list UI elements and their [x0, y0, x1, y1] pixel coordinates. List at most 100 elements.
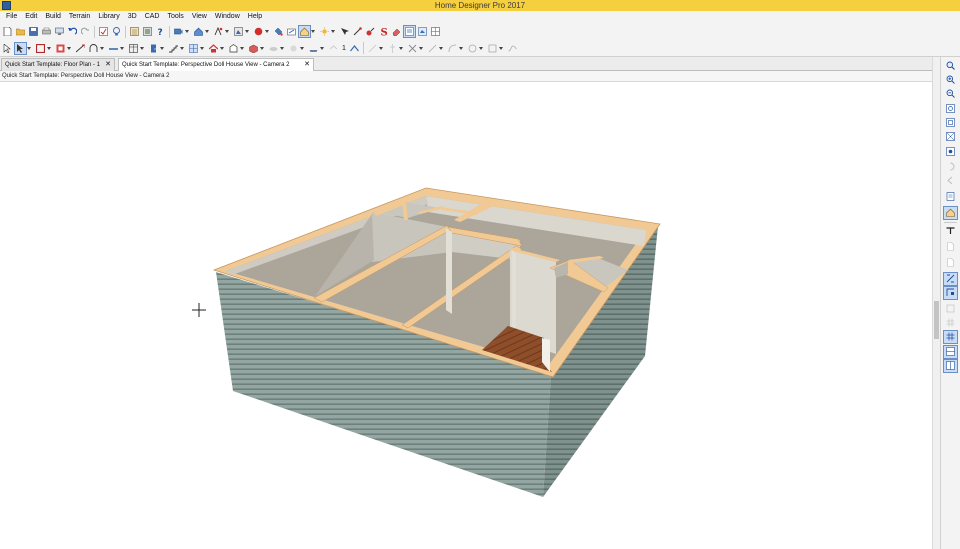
- material-painter-button[interactable]: [286, 26, 297, 37]
- angle-snap-button[interactable]: [943, 286, 958, 300]
- undo-button[interactable]: [67, 26, 78, 37]
- close-icon[interactable]: ✕: [105, 59, 111, 71]
- floor-level-button[interactable]: [944, 225, 957, 237]
- fixture-tool-button[interactable]: [228, 43, 239, 54]
- save-button[interactable]: [28, 26, 39, 37]
- zoom-in-button[interactable]: [944, 74, 957, 86]
- menu-help[interactable]: Help: [244, 11, 266, 23]
- cad-line-button[interactable]: [427, 43, 438, 54]
- framing-tool-dropdown[interactable]: [260, 43, 265, 54]
- floor-number-field[interactable]: 1: [340, 43, 348, 54]
- menu-build[interactable]: Build: [41, 11, 65, 23]
- layout-grid-button[interactable]: [943, 330, 958, 344]
- eraser-button[interactable]: [391, 26, 402, 37]
- close-icon[interactable]: ✕: [304, 59, 310, 71]
- 3d-view-canvas[interactable]: [0, 82, 932, 549]
- camera-tools-button[interactable]: [339, 26, 350, 37]
- cad-box-dropdown[interactable]: [498, 43, 504, 54]
- railing-tool-dropdown[interactable]: [120, 43, 125, 54]
- zoom-button[interactable]: [944, 60, 957, 72]
- back-view-button[interactable]: [944, 175, 957, 187]
- floor-view-button[interactable]: [943, 206, 958, 220]
- scrollbar-thumb[interactable]: [934, 301, 939, 339]
- doll-house-view-button[interactable]: [298, 25, 311, 38]
- roof-tool-dropdown[interactable]: [220, 43, 225, 54]
- lighting-button[interactable]: [319, 26, 330, 37]
- record-button[interactable]: [253, 26, 264, 37]
- display-options-button[interactable]: [403, 25, 416, 38]
- render-button[interactable]: [233, 26, 244, 37]
- render-dropdown[interactable]: [245, 26, 250, 37]
- page-button[interactable]: [944, 241, 957, 253]
- plan-footprint-button[interactable]: [943, 345, 958, 359]
- roof-tool-button[interactable]: [208, 43, 219, 54]
- paint-button[interactable]: [273, 26, 284, 37]
- new-plan-button[interactable]: [2, 26, 13, 37]
- fill-window-building-button[interactable]: [944, 131, 957, 143]
- arc-tool-dropdown[interactable]: [100, 43, 105, 54]
- plant-tool-button[interactable]: [288, 43, 299, 54]
- record-dropdown[interactable]: [265, 26, 270, 37]
- full-camera-button[interactable]: [193, 26, 204, 37]
- cad-delete-button[interactable]: [407, 43, 418, 54]
- menu-terrain[interactable]: Terrain: [65, 11, 94, 23]
- dimension-tool-button[interactable]: [75, 43, 86, 54]
- cabinet-tool-dropdown[interactable]: [140, 43, 145, 54]
- cad-arc-dropdown[interactable]: [458, 43, 464, 54]
- menu-library[interactable]: Library: [94, 11, 123, 23]
- tile-view-button[interactable]: [430, 26, 441, 37]
- window-tool-button[interactable]: [188, 43, 199, 54]
- stairs-tool-button[interactable]: [168, 43, 179, 54]
- stairs-tool-dropdown[interactable]: [180, 43, 185, 54]
- cad-circle-button[interactable]: [467, 43, 478, 54]
- hint-button[interactable]: [111, 26, 122, 37]
- tab-floor-plan[interactable]: Quick Start Template: Floor Plan - 1 ✕: [1, 58, 115, 71]
- cad-spline-button[interactable]: [507, 43, 518, 54]
- mouse-orbit-button[interactable]: [213, 26, 224, 37]
- window-tool-dropdown[interactable]: [200, 43, 205, 54]
- menu-tools[interactable]: Tools: [163, 11, 187, 23]
- sun-angle-button[interactable]: [365, 26, 376, 37]
- print-preview-button[interactable]: [54, 26, 65, 37]
- cad-delete-dropdown[interactable]: [418, 43, 424, 54]
- up-one-floor-button[interactable]: [349, 43, 360, 54]
- tab-doll-house-view[interactable]: Quick Start Template: Perspective Doll H…: [118, 58, 314, 72]
- back-clipping-button[interactable]: [944, 161, 957, 173]
- library-button[interactable]: [129, 26, 140, 37]
- reference-display-button[interactable]: [944, 191, 957, 203]
- zoom-out-button[interactable]: [944, 88, 957, 100]
- terrain-tool-button[interactable]: [268, 43, 279, 54]
- text-tool-button[interactable]: [328, 43, 339, 54]
- display-panel-button[interactable]: [943, 359, 958, 373]
- line-tool-dropdown[interactable]: [378, 43, 384, 54]
- select-edit-button[interactable]: [14, 41, 27, 55]
- select-objects-button[interactable]: [98, 26, 109, 37]
- terrain-tool-dropdown[interactable]: [280, 43, 285, 54]
- cabinet-tool-button[interactable]: [128, 43, 139, 54]
- cad-circle-dropdown[interactable]: [478, 43, 484, 54]
- vertical-scrollbar[interactable]: [932, 57, 940, 549]
- cad-arc-button[interactable]: [447, 43, 458, 54]
- select-tool-button[interactable]: [2, 43, 13, 54]
- help-button[interactable]: ?: [155, 26, 166, 37]
- mouse-orbit-dropdown[interactable]: [225, 26, 230, 37]
- full-camera-dropdown[interactable]: [205, 26, 210, 37]
- menu-edit[interactable]: Edit: [21, 11, 41, 23]
- walkthrough-button[interactable]: [352, 26, 363, 37]
- deck-tool-dropdown[interactable]: [320, 43, 325, 54]
- lighting-dropdown[interactable]: [331, 26, 336, 37]
- marker-tool-dropdown[interactable]: [398, 43, 404, 54]
- materials-button[interactable]: [142, 26, 153, 37]
- framing-tool-button[interactable]: [248, 43, 259, 54]
- plant-tool-dropdown[interactable]: [300, 43, 305, 54]
- camera-view-tool-button[interactable]: [944, 146, 957, 158]
- undo-zoom-button[interactable]: [944, 103, 957, 115]
- menu-view[interactable]: View: [188, 11, 211, 23]
- select-edit-dropdown[interactable]: [27, 43, 32, 54]
- wall-tool-dropdown[interactable]: [47, 43, 52, 54]
- marker-tool-button[interactable]: [387, 43, 398, 54]
- line-tool-button[interactable]: [367, 43, 378, 54]
- door-tool-button[interactable]: [148, 43, 159, 54]
- menu-cad[interactable]: CAD: [141, 11, 164, 23]
- grid-display-button[interactable]: [944, 317, 957, 329]
